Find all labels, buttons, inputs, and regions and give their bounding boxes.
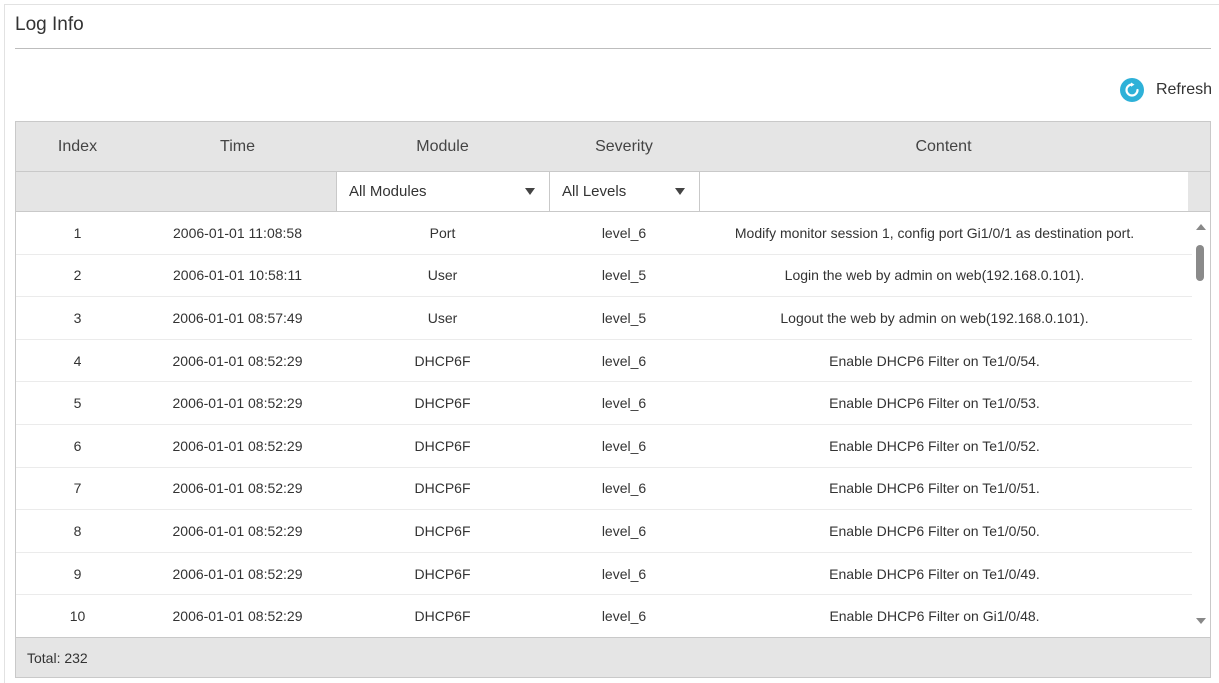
log-table: Index Time Module Severity Content All M… [15, 121, 1211, 678]
filter-blank-index [16, 172, 139, 211]
cell-time: 2006-01-01 08:52:29 [172, 522, 303, 539]
chevron-down-icon [525, 188, 535, 195]
cell-module: Port [429, 224, 456, 241]
cell-index: 1 [73, 224, 82, 241]
refresh-button[interactable]: Refresh [1119, 78, 1212, 102]
cell-severity: level_6 [601, 395, 647, 412]
filter-row: All Modules All Levels [16, 172, 1210, 212]
cell-module: DHCP6F [414, 437, 471, 454]
module-filter-value: All Modules [349, 183, 427, 200]
table-row[interactable]: 4 2006-01-01 08:52:29 DHCP6F level_6 Ena… [16, 340, 1192, 383]
cell-severity: level_6 [601, 224, 647, 241]
cell-index: 8 [73, 522, 82, 539]
cell-time: 2006-01-01 08:52:29 [172, 480, 303, 497]
cell-index: 5 [73, 395, 82, 412]
table-header: Index Time Module Severity Content [16, 122, 1210, 172]
cell-time: 2006-01-01 08:57:49 [172, 309, 303, 326]
cell-content: Login the web by admin on web(192.168.0.… [784, 267, 1085, 284]
column-header-module: Module [416, 137, 469, 155]
cell-index: 7 [73, 480, 82, 497]
cell-module: DHCP6F [414, 395, 471, 412]
column-header-severity: Severity [595, 137, 653, 155]
table-row[interactable]: 6 2006-01-01 08:52:29 DHCP6F level_6 Ena… [16, 425, 1192, 468]
page-title: Log Info [15, 14, 84, 35]
cell-time: 2006-01-01 08:52:29 [172, 352, 303, 369]
column-header-content: Content [915, 137, 972, 155]
cell-severity: level_6 [601, 352, 647, 369]
cell-content: Modify monitor session 1, config port Gi… [734, 224, 1135, 241]
cell-module: User [427, 309, 458, 326]
cell-severity: level_6 [601, 437, 647, 454]
cell-index: 9 [73, 565, 82, 582]
chevron-down-icon [675, 188, 685, 195]
cell-time: 2006-01-01 08:52:29 [172, 608, 303, 625]
cell-severity: level_6 [601, 608, 647, 625]
cell-index: 6 [73, 437, 82, 454]
scrollbar-thumb[interactable] [1196, 245, 1204, 281]
cell-index: 4 [73, 352, 82, 369]
cell-severity: level_6 [601, 565, 647, 582]
cell-time: 2006-01-01 10:58:11 [173, 267, 302, 284]
cell-module: User [427, 267, 458, 284]
cell-content: Enable DHCP6 Filter on Te1/0/50. [829, 522, 1040, 539]
table-row[interactable]: 8 2006-01-01 08:52:29 DHCP6F level_6 Ena… [16, 510, 1192, 553]
table-row[interactable]: 1 2006-01-01 11:08:58 Port level_6 Modif… [16, 212, 1192, 255]
module-filter-select[interactable]: All Modules [336, 172, 549, 211]
severity-filter-select[interactable]: All Levels [549, 172, 699, 211]
table-body: 1 2006-01-01 11:08:58 Port level_6 Modif… [16, 212, 1210, 636]
cell-module: DHCP6F [414, 352, 471, 369]
cell-module: DHCP6F [414, 480, 471, 497]
cell-content: Enable DHCP6 Filter on Te1/0/51. [829, 480, 1040, 497]
cell-module: DHCP6F [414, 565, 471, 582]
cell-time: 2006-01-01 11:08:58 [173, 224, 302, 241]
cell-severity: level_6 [601, 480, 647, 497]
cell-content: Enable DHCP6 Filter on Te1/0/52. [829, 437, 1040, 454]
filter-blank-time [139, 172, 336, 211]
cell-index: 10 [69, 608, 86, 625]
column-header-index: Index [57, 137, 98, 155]
panel-border-top [4, 4, 1219, 5]
cell-content: Enable DHCP6 Filter on Te1/0/54. [829, 352, 1040, 369]
column-header-time: Time [220, 137, 255, 155]
table-row[interactable]: 10 2006-01-01 08:52:29 DHCP6F level_6 En… [16, 595, 1192, 636]
table-row[interactable]: 9 2006-01-01 08:52:29 DHCP6F level_6 Ena… [16, 553, 1192, 596]
panel-border-left [4, 4, 5, 683]
cell-content: Enable DHCP6 Filter on Te1/0/53. [829, 395, 1040, 412]
table-row[interactable]: 5 2006-01-01 08:52:29 DHCP6F level_6 Ena… [16, 382, 1192, 425]
cell-module: DHCP6F [414, 522, 471, 539]
cell-module: DHCP6F [414, 608, 471, 625]
table-row[interactable]: 7 2006-01-01 08:52:29 DHCP6F level_6 Ena… [16, 468, 1192, 511]
cell-severity: level_5 [601, 267, 647, 284]
filter-blank-content [699, 172, 1188, 211]
arrow-up-icon[interactable] [1196, 224, 1206, 230]
cell-content: Logout the web by admin on web(192.168.0… [780, 309, 1089, 326]
cell-severity: level_6 [601, 522, 647, 539]
cell-index: 3 [73, 309, 82, 326]
cell-time: 2006-01-01 08:52:29 [172, 565, 303, 582]
table-row[interactable]: 2 2006-01-01 10:58:11 User level_5 Login… [16, 255, 1192, 298]
severity-filter-value: All Levels [562, 183, 627, 200]
table-row[interactable]: 3 2006-01-01 08:57:49 User level_5 Logou… [16, 297, 1192, 340]
table-footer-total: Total: 232 [16, 637, 1210, 677]
cell-severity: level_5 [601, 309, 647, 326]
title-divider [15, 48, 1211, 49]
cell-index: 2 [73, 267, 82, 284]
vertical-scrollbar[interactable] [1192, 212, 1210, 636]
cell-content: Enable DHCP6 Filter on Gi1/0/48. [829, 608, 1040, 625]
cell-time: 2006-01-01 08:52:29 [172, 395, 303, 412]
cell-time: 2006-01-01 08:52:29 [172, 437, 303, 454]
refresh-label: Refresh [1155, 81, 1212, 98]
arrow-down-icon[interactable] [1196, 618, 1206, 624]
cell-content: Enable DHCP6 Filter on Te1/0/49. [829, 565, 1040, 582]
refresh-icon [1119, 78, 1144, 102]
log-info-page: Log Info Refresh Index Time Module Sever… [0, 0, 1219, 683]
